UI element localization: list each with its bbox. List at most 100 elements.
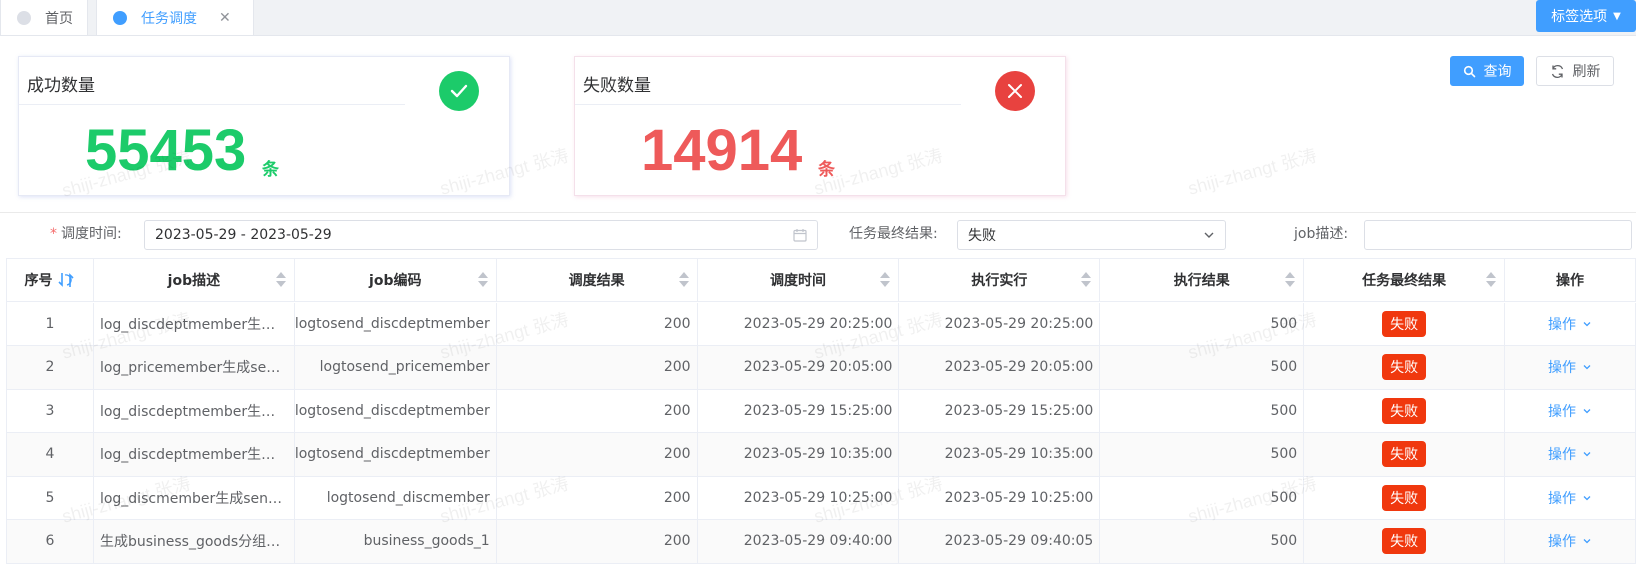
tab-label: 首页: [45, 10, 73, 27]
chevron-down-icon: [1583, 452, 1591, 457]
final-result-select[interactable]: 失败: [957, 220, 1226, 250]
fail-count-value: 14914: [641, 118, 803, 183]
cell-job-desc-text: log_pricemember生成send...: [99, 360, 288, 377]
tags-options-button[interactable]: 标签选项 ▼: [1536, 0, 1636, 32]
table-row[interactable]: 3 log_discdeptmember生成s... logtosend_dis…: [7, 389, 1636, 433]
cell-job-desc-text: log_discdeptmember生成s...: [99, 316, 288, 333]
success-count-value: 55453: [85, 118, 247, 183]
fail-count-unit: 条: [818, 160, 835, 180]
cell-operation: 操作: [1505, 389, 1636, 433]
job-table: 序号 job描述 job编码 调度结果 调度时间 执行实行 执行结果 任务最终结…: [6, 258, 1636, 564]
final-result-value: 失败: [968, 228, 996, 244]
watermark: shiji-zhangt 张涛: [1185, 145, 1319, 199]
sort-icon[interactable]: [275, 272, 286, 288]
table-row[interactable]: 2 log_pricemember生成send... logtosend_pri…: [7, 346, 1636, 390]
cell-final-result: 失败: [1304, 433, 1506, 477]
cell-exec-time: 2023-05-29 15:25:00: [899, 389, 1101, 433]
cell-exec-result: 500: [1100, 302, 1305, 346]
cell-job-desc: log_discmember生成send_...: [93, 476, 295, 520]
sort-icon[interactable]: [477, 272, 488, 288]
operation-label: 操作: [1548, 534, 1577, 551]
cell-job-desc-text: log_discdeptmember生成s...: [99, 447, 288, 464]
cell-schedule-time: 2023-05-29 20:25:00: [697, 302, 900, 346]
header-final-result[interactable]: 任务最终结果: [1304, 259, 1506, 302]
status-badge: 失败: [1382, 528, 1427, 555]
table-row[interactable]: 4 log_discdeptmember生成s... logtosend_dis…: [7, 433, 1636, 477]
header-schedule-result[interactable]: 调度结果: [496, 259, 698, 302]
header-schedule-time-label: 调度时间: [770, 273, 827, 289]
schedule-time-label: * 调度时间:: [50, 223, 122, 243]
chevron-down-icon: [1583, 539, 1591, 544]
cell-final-result: 失败: [1304, 476, 1506, 520]
cell-final-result: 失败: [1304, 346, 1506, 390]
fail-count-title: 失败数量: [583, 76, 651, 96]
cell-job-code: logtosend_discdeptmember: [294, 302, 497, 346]
cell-schedule-result: 200: [496, 389, 698, 433]
cell-final-result: 失败: [1304, 520, 1506, 564]
column-settings-icon[interactable]: [57, 271, 75, 289]
schedule-time-range-input[interactable]: 2023-05-29 - 2023-05-29: [144, 220, 818, 250]
cell-idx: 6: [7, 520, 94, 564]
chevron-down-icon: [1583, 408, 1591, 414]
operation-label: 操作: [1548, 316, 1577, 333]
tab-status-dot: [113, 10, 127, 25]
tab-bar: 首页 任务调度 ✕ 标签选项 ▼: [0, 0, 1636, 36]
cell-job-desc: 生成business_goods分组【...: [93, 520, 295, 564]
tab-home[interactable]: 首页: [0, 0, 88, 36]
cell-idx: 3: [7, 389, 94, 433]
check-icon: [439, 71, 479, 111]
operation-dropdown[interactable]: 操作: [1548, 444, 1592, 464]
cell-job-code: logtosend_discdeptmember: [294, 433, 497, 477]
operation-label: 操作: [1548, 403, 1577, 420]
success-count-title: 成功数量: [27, 76, 95, 96]
cell-exec-result: 500: [1100, 389, 1305, 433]
table-header: 序号 job描述 job编码 调度结果 调度时间 执行实行 执行结果 任务最终结…: [7, 259, 1636, 303]
cell-exec-time: 2023-05-29 20:25:00: [899, 302, 1101, 346]
sort-icon[interactable]: [1486, 272, 1497, 288]
cell-schedule-time: 2023-05-29 15:25:00: [697, 389, 900, 433]
cell-exec-result: 500: [1100, 520, 1305, 564]
cell-job-desc: log_discdeptmember生成s...: [93, 389, 295, 433]
header-exec-time[interactable]: 执行实行: [899, 259, 1101, 302]
final-result-label: 任务最终结果:: [849, 226, 938, 242]
sort-icon[interactable]: [1081, 272, 1092, 288]
query-button[interactable]: 查询: [1450, 56, 1524, 86]
cell-job-code: logtosend_discdeptmember: [294, 389, 497, 433]
header-schedule-result-label: 调度结果: [568, 273, 625, 289]
header-schedule-time[interactable]: 调度时间: [697, 259, 900, 302]
tab-task-schedule[interactable]: 任务调度 ✕: [96, 0, 254, 36]
cell-job-desc: log_discdeptmember生成s...: [93, 433, 295, 477]
cell-final-result: 失败: [1304, 389, 1506, 433]
operation-dropdown[interactable]: 操作: [1548, 314, 1592, 334]
table-row[interactable]: 6 生成business_goods分组【... business_goods_…: [7, 520, 1636, 564]
chevron-down-icon: [1583, 365, 1591, 370]
cell-operation: 操作: [1505, 433, 1636, 477]
table-row[interactable]: 5 log_discmember生成send_... logtosend_dis…: [7, 476, 1636, 520]
tab-label: 任务调度: [141, 10, 197, 27]
cell-operation: 操作: [1505, 520, 1636, 564]
header-job-code[interactable]: job编码: [294, 259, 497, 302]
operation-dropdown[interactable]: 操作: [1548, 531, 1592, 551]
required-mark: *: [50, 226, 57, 242]
operation-dropdown[interactable]: 操作: [1548, 357, 1592, 377]
table-row[interactable]: 1 log_discdeptmember生成s... logtosend_dis…: [7, 302, 1636, 346]
cell-exec-result: 500: [1100, 476, 1305, 520]
refresh-button[interactable]: 刷新: [1536, 56, 1614, 86]
query-button-label: 查询: [1483, 64, 1512, 80]
operation-dropdown[interactable]: 操作: [1548, 488, 1592, 508]
success-count-card: 成功数量 55453 条: [18, 56, 510, 196]
cell-job-desc: log_pricemember生成send...: [93, 346, 295, 390]
header-exec-result[interactable]: 执行结果: [1100, 259, 1305, 302]
job-desc-input[interactable]: [1364, 220, 1632, 250]
close-icon[interactable]: ✕: [219, 10, 231, 26]
sort-icon[interactable]: [1285, 272, 1296, 288]
sort-icon[interactable]: [678, 272, 689, 288]
cell-idx: 5: [7, 476, 94, 520]
sort-icon[interactable]: [880, 272, 891, 288]
header-job-desc[interactable]: job描述: [93, 259, 295, 302]
close-circle-icon: [995, 71, 1035, 111]
status-badge: 失败: [1382, 354, 1427, 381]
tags-options-label: 标签选项: [1551, 9, 1608, 25]
operation-dropdown[interactable]: 操作: [1548, 401, 1592, 421]
cell-schedule-time: 2023-05-29 10:25:00: [697, 476, 900, 520]
